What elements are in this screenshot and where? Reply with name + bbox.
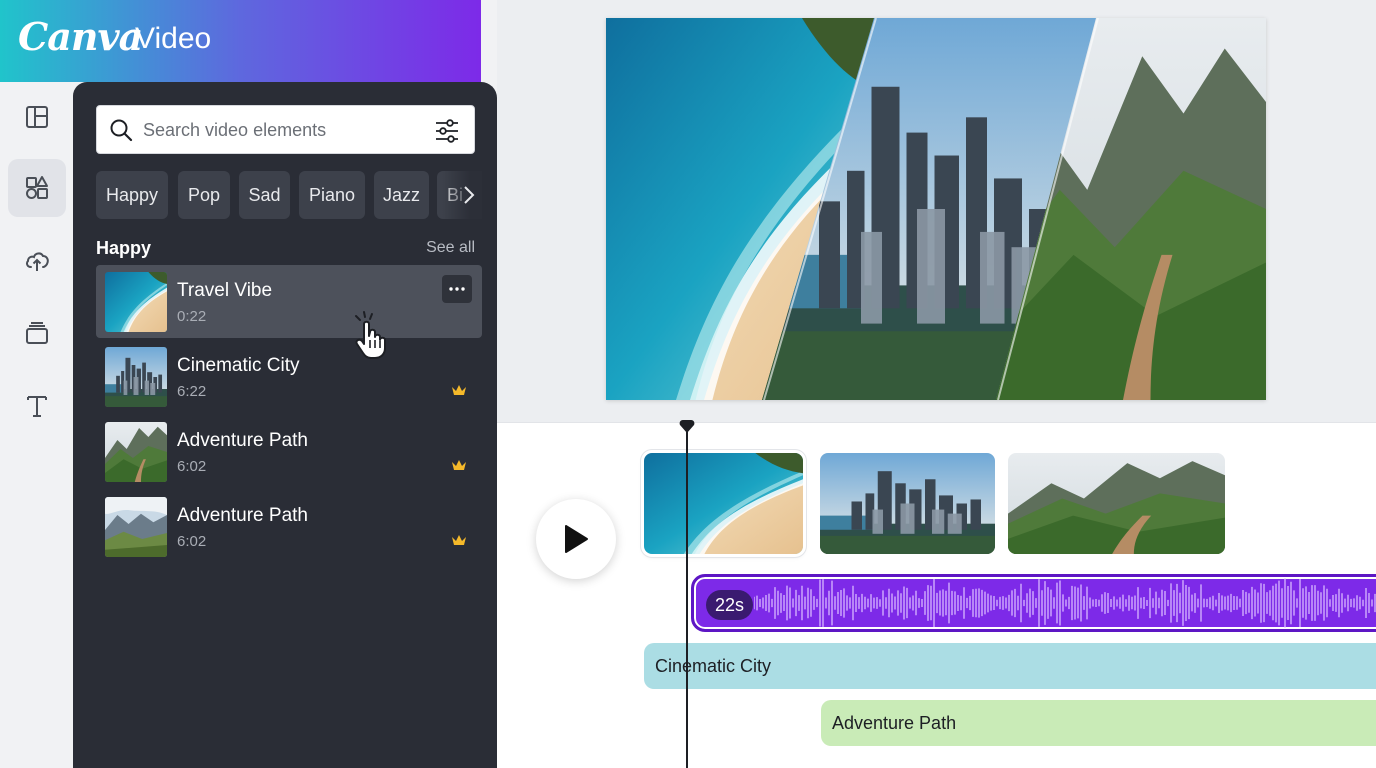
thumbnail-valley bbox=[105, 497, 167, 557]
playhead[interactable] bbox=[686, 432, 688, 768]
item-title: Cinematic City bbox=[177, 355, 300, 376]
list-item[interactable]: Cinematic City 6:22 bbox=[96, 340, 482, 413]
thumbnail-mountain bbox=[105, 422, 167, 482]
play-icon bbox=[565, 525, 588, 553]
audio-waveform bbox=[754, 578, 1376, 628]
track-adventure-path[interactable]: Adventure Path bbox=[821, 700, 1376, 746]
elements-panel: Happy Pop Sad Piano Jazz Bi Happy See al… bbox=[73, 82, 497, 768]
track-cinematic-city[interactable]: Cinematic City bbox=[644, 643, 1376, 689]
item-duration: 6:02 bbox=[177, 533, 207, 550]
timeline-clip-beach[interactable] bbox=[644, 453, 803, 554]
crown-icon bbox=[452, 385, 466, 395]
item-title: Adventure Path bbox=[177, 505, 308, 526]
layout-icon bbox=[26, 106, 48, 128]
item-duration: 0:22 bbox=[177, 308, 207, 325]
search-input[interactable] bbox=[143, 115, 423, 145]
audio-track[interactable]: 22s bbox=[691, 574, 1376, 632]
list-item[interactable]: Travel Vibe 0:22 bbox=[96, 265, 482, 338]
upload-cloud-icon bbox=[26, 252, 49, 271]
see-all-link[interactable]: See all bbox=[426, 239, 475, 257]
item-title: Adventure Path bbox=[177, 430, 308, 451]
rail-elements-button[interactable] bbox=[8, 159, 66, 217]
list-item[interactable]: Adventure Path 6:02 bbox=[96, 415, 482, 488]
canva-logo: Canva bbox=[18, 14, 143, 59]
chip-pop[interactable]: Pop bbox=[178, 171, 230, 219]
item-title: Travel Vibe bbox=[177, 280, 273, 301]
elements-icon bbox=[26, 176, 48, 199]
chip-piano[interactable]: Piano bbox=[299, 171, 365, 219]
list-item[interactable]: Adventure Path 6:02 bbox=[96, 490, 482, 563]
more-dots-icon bbox=[449, 287, 465, 291]
item-duration: 6:02 bbox=[177, 458, 207, 475]
category-chips: Happy Pop Sad Piano Jazz Bi bbox=[96, 171, 482, 220]
item-duration: 6:22 bbox=[177, 383, 207, 400]
thumbnail-city bbox=[105, 347, 167, 407]
search-box bbox=[96, 105, 475, 154]
timeline-clip-city[interactable] bbox=[820, 453, 995, 554]
more-options-button[interactable] bbox=[442, 275, 472, 303]
timeline-clip-mountain[interactable] bbox=[1008, 453, 1225, 554]
crown-icon bbox=[452, 460, 466, 470]
rail-projects-button[interactable] bbox=[8, 304, 66, 362]
search-icon bbox=[110, 119, 133, 142]
chip-sad[interactable]: Sad bbox=[239, 171, 290, 219]
section-title: Happy bbox=[96, 238, 152, 258]
text-icon bbox=[27, 396, 47, 417]
video-preview[interactable] bbox=[606, 18, 1266, 400]
projects-icon bbox=[26, 322, 48, 344]
chevron-right-icon[interactable] bbox=[462, 184, 476, 206]
chip-happy[interactable]: Happy bbox=[96, 171, 168, 219]
rail-text-button[interactable] bbox=[8, 377, 66, 435]
hand-cursor-icon bbox=[355, 311, 386, 359]
rail-layout-button[interactable] bbox=[8, 88, 66, 146]
rail-uploads-button[interactable] bbox=[8, 232, 66, 290]
chip-jazz[interactable]: Jazz bbox=[374, 171, 429, 219]
crown-icon bbox=[452, 535, 466, 545]
play-button[interactable] bbox=[536, 499, 616, 579]
left-rail bbox=[0, 82, 73, 768]
playhead-knob-icon[interactable] bbox=[679, 418, 695, 434]
audio-duration-badge: 22s bbox=[706, 590, 754, 620]
product-name: Video bbox=[135, 22, 212, 55]
filter-icon[interactable] bbox=[434, 118, 460, 144]
thumbnail-beach bbox=[105, 272, 167, 332]
brand-header: Canva Video bbox=[0, 0, 481, 82]
